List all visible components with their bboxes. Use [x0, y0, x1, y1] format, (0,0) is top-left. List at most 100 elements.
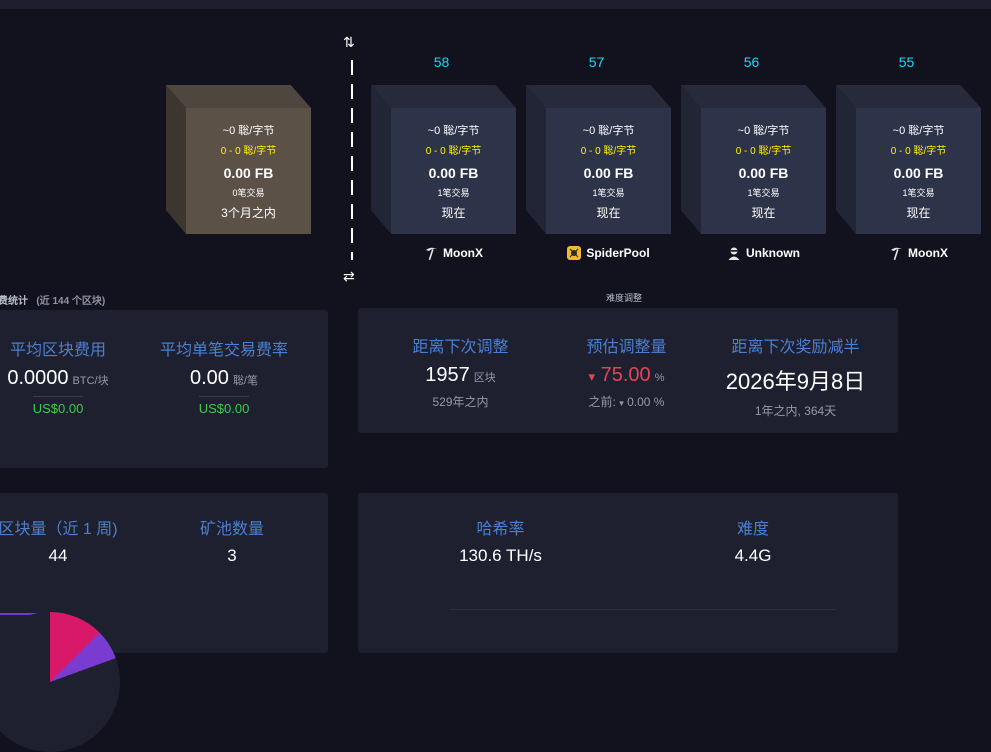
block-side-face [371, 85, 391, 234]
fees-section-range: (近 144 个区块) [36, 296, 106, 307]
block-time: 3个月之内 [221, 206, 276, 220]
block-fee-span: 0 - 0 聡/字节 [425, 146, 482, 157]
block-front-face: ~0 聡/字节 0 - 0 聡/字节 0.00 FB 1笔交易 现在 [701, 108, 826, 234]
previous-adjustment-label: 之前: [588, 395, 616, 409]
block-side-face [166, 85, 186, 234]
block-tx-count: 0笔交易 [232, 188, 265, 198]
block-fee-rate: ~0 聡/字节 [582, 125, 635, 137]
block-top-face [836, 85, 981, 108]
spiderpool-logo-icon [567, 246, 582, 260]
block-fee-span: 0 - 0 聡/字节 [580, 146, 637, 157]
fees-section-label: 费统计 [0, 296, 28, 307]
pool-name: SpiderPool [586, 246, 650, 260]
avg-block-fee-unit: BTC/块 [72, 375, 109, 387]
estimated-adjustment-value: 75.00 [600, 364, 651, 386]
difficulty-stat: 难度 4.4G [693, 515, 813, 566]
mined-block-58[interactable]: ~0 聡/字节 0 - 0 聡/字节 0.00 FB 1笔交易 现在 [371, 85, 516, 234]
pool-count-stat: 矿池数量 3 [170, 515, 294, 566]
block-fee-rate: ~0 聡/字节 [892, 125, 945, 137]
hashrate-label: 哈希率 [476, 521, 525, 538]
hashrate-value: 130.6 TH/s [459, 546, 542, 565]
pool-name: MoonX [908, 246, 948, 260]
previous-adjustment-value: 0.00 % [627, 395, 665, 409]
next-adjustment-value-row: 1957 区块 [393, 364, 528, 387]
block-top-face [681, 85, 826, 108]
previous-adjustment-row: 之前: ▾ 0.00 % [564, 393, 689, 410]
down-arrow-icon: ▾ [619, 398, 624, 408]
estimated-adjustment-value-row: ▾ 75.00% [564, 364, 689, 387]
pool-link-moonx[interactable]: MoonX [846, 246, 991, 260]
block-top-face [371, 85, 516, 108]
mined-block-55[interactable]: ~0 聡/字节 0 - 0 聡/字节 0.00 FB 1笔交易 现在 [836, 85, 981, 234]
block-height-58[interactable]: 58 [369, 54, 514, 70]
block-fee-rate: ~0 聡/字节 [222, 125, 275, 137]
block-top-face [166, 85, 311, 108]
block-side-face [526, 85, 546, 234]
pool-count-value: 3 [227, 546, 237, 565]
next-adjustment-value: 1957 [425, 364, 470, 386]
next-halving-date: 2026年9月8日 [725, 369, 866, 394]
block-time: 现在 [751, 206, 776, 220]
mined-block-56[interactable]: ~0 聡/字节 0 - 0 聡/字节 0.00 FB 1笔交易 现在 [681, 85, 826, 234]
difficulty-panel: 距离下次调整 1957 区块 529年之内 预估调整量 ▾ 75.00% 之前: … [358, 308, 898, 433]
swap-vertical-icon[interactable]: ⇅ [343, 34, 355, 51]
block-fee-rate: ~0 聡/字节 [737, 125, 790, 137]
block-fee-span: 0 - 0 聡/字节 [735, 146, 792, 157]
next-adjustment-stat: 距离下次调整 1957 区块 529年之内 [393, 333, 528, 410]
blocks-week-stat: 区块量（近 1 周) 44 [0, 515, 126, 566]
down-arrow-icon: ▾ [588, 369, 596, 384]
block-height-55[interactable]: 55 [834, 54, 979, 70]
next-halving-label: 距离下次奖励减半 [731, 339, 860, 356]
next-adjustment-label: 距离下次调整 [412, 339, 509, 356]
block-front-face: ~0 聡/字节 0 - 0 聡/字节 0.00 FB 1笔交易 现在 [391, 108, 516, 234]
panel-divider [450, 609, 836, 610]
block-time: 现在 [441, 206, 466, 220]
mined-block-57[interactable]: ~0 聡/字节 0 - 0 聡/字节 0.00 FB 1笔交易 现在 [526, 85, 671, 234]
estimated-adjustment-stat: 预估调整量 ▾ 75.00% 之前: ▾ 0.00 % [564, 333, 689, 410]
avg-tx-fee-stat: 平均单笔交易费率 0.00 聡/笔 US$0.00 [154, 336, 294, 418]
avg-tx-fee-value-row: 0.00 聡/笔 [154, 367, 294, 390]
difficulty-value: 4.4G [734, 546, 772, 565]
hashrate-stat: 哈希率 130.6 TH/s [438, 515, 563, 566]
difficulty-label: 难度 [736, 521, 769, 538]
block-front-face: ~0 聡/字节 0 - 0 聡/字节 0.00 FB 0笔交易 3个月之内 [186, 108, 311, 234]
avg-tx-fee-value: 0.00 [190, 367, 229, 389]
block-total-fees: 0.00 FB [738, 165, 789, 181]
anonymous-miner-icon [728, 247, 740, 260]
next-halving-stat: 距离下次奖励减半 2026年9月8日 1年之内, 364天 [713, 333, 878, 419]
swap-horizontal-icon[interactable]: ⇄ [343, 268, 355, 285]
next-adjustment-unit: 区块 [473, 372, 496, 384]
block-tx-count: 1笔交易 [437, 188, 470, 198]
block-total-fees: 0.00 FB [223, 165, 274, 181]
block-total-fees: 0.00 FB [893, 165, 944, 181]
block-fee-rate: ~0 聡/字节 [427, 125, 480, 137]
block-height-57[interactable]: 57 [524, 54, 669, 70]
pool-link-spiderpool[interactable]: SpiderPool [536, 246, 681, 260]
block-fee-span: 0 - 0 聡/字节 [220, 146, 277, 157]
top-bar [0, 0, 991, 9]
block-time: 现在 [906, 206, 931, 220]
pool-name: Unknown [746, 246, 800, 260]
avg-block-fee-value-row: 0.0000 BTC/块 [0, 367, 126, 390]
mempool-divider [351, 60, 353, 260]
pool-name: MoonX [443, 246, 483, 260]
block-height-56[interactable]: 56 [679, 54, 824, 70]
block-tx-count: 1笔交易 [592, 188, 625, 198]
avg-block-fee-value: 0.0000 [7, 367, 69, 389]
block-fee-span: 0 - 0 聡/字节 [890, 146, 947, 157]
block-side-face [836, 85, 856, 234]
estimated-adjustment-unit: % [654, 372, 665, 384]
block-front-face: ~0 聡/字节 0 - 0 聡/字节 0.00 FB 1笔交易 现在 [856, 108, 981, 234]
estimated-adjustment-label: 预估调整量 [586, 339, 667, 356]
next-halving-eta: 1年之内, 364天 [754, 404, 837, 418]
avg-tx-fee-label: 平均单笔交易费率 [159, 342, 288, 359]
fees-section-title: 费统计 (近 144 个区块) [0, 292, 105, 307]
block-tx-count: 1笔交易 [902, 188, 935, 198]
avg-tx-fee-usd: US$0.00 [198, 396, 250, 416]
difficulty-section-title: 难度调整 [606, 293, 643, 303]
block-total-fees: 0.00 FB [428, 165, 479, 181]
pool-link-unknown[interactable]: Unknown [691, 246, 836, 260]
block-tx-count: 1笔交易 [747, 188, 780, 198]
projected-block[interactable]: ~0 聡/字节 0 - 0 聡/字节 0.00 FB 0笔交易 3个月之内 [166, 85, 311, 234]
pool-link-moonx[interactable]: MoonX [381, 246, 526, 260]
